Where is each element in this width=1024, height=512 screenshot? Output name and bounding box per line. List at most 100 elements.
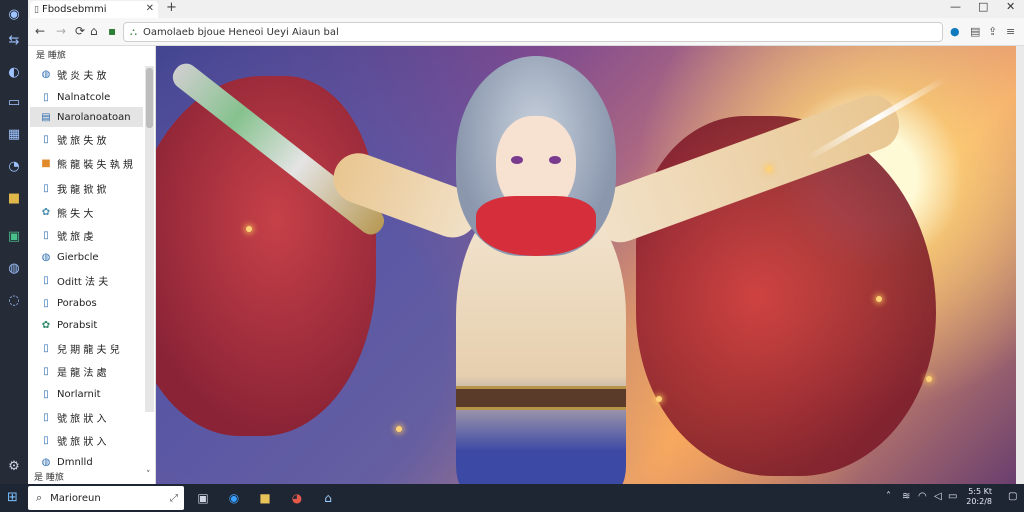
taskbar: ⊞ ⌕ Marioreun ⤢ ▣ ◉ ■ ◕ ⌂ ˄ ≋ ◠ ◁ ▭ 5:5 … [0, 484, 1024, 512]
sidebar-scrollbar[interactable] [145, 66, 154, 412]
task-view-icon[interactable]: ▣ [195, 490, 211, 506]
close-tab-icon[interactable]: ✕ [146, 3, 154, 14]
settings-icon: ✿ [41, 206, 51, 218]
address-text: Oamolaeb bjoue Heneoi Ueyi Aiaun bal [143, 26, 339, 38]
sidebar-item[interactable]: ▯ 號 旅 狀 入 [30, 430, 143, 450]
notification-icon[interactable]: ▢ [1008, 491, 1017, 502]
folder-icon[interactable]: ■ [4, 188, 24, 208]
page-scrollbar[interactable] [1016, 46, 1024, 484]
document-icon: ▯ [43, 434, 49, 446]
taskbar-clock[interactable]: 5:5 Kt 20:2/8 [966, 487, 992, 507]
scarf [476, 196, 596, 256]
document-icon: ▯ [43, 182, 49, 194]
sidebar-item[interactable]: ✿ 熊 失 大 [30, 202, 143, 222]
spark [766, 166, 772, 172]
page-icon: ▯ [34, 4, 39, 15]
battery-icon[interactable]: ▭ [948, 491, 957, 502]
expand-icon: ⤢ [170, 492, 178, 504]
sidebar-item[interactable]: ✿ Porabsit [30, 315, 143, 335]
extensions-icon[interactable]: ▤ [970, 25, 980, 38]
profile-icon[interactable]: ● [950, 25, 960, 38]
search-text: Marioreun [50, 492, 101, 504]
document-icon: ▯ [43, 411, 49, 423]
minimize-icon[interactable]: — [950, 0, 961, 13]
document-icon: ▯ [43, 274, 49, 286]
lock-icon: ⛬ [130, 26, 137, 38]
edge-icon[interactable]: ◉ [4, 4, 24, 24]
clock-date: 20:2/8 [966, 497, 992, 506]
document-icon: ▯ [43, 133, 49, 145]
back-arrow-icon[interactable]: ← [35, 24, 45, 38]
new-tab-button[interactable]: + [166, 0, 177, 15]
sidebar-item[interactable]: ▯ 是 龍 法 處 [30, 361, 143, 381]
sidebar-item[interactable]: ▯ Nalnatcole [30, 87, 143, 107]
sidebar-item[interactable]: ▯ 號 旅 狀 入 [30, 407, 143, 427]
sidebar-item[interactable]: ◍ 號 炎 夫 放 [30, 64, 143, 84]
sidebar-item[interactable]: ▯ 號 旅 虔 [30, 225, 143, 245]
file-explorer-icon[interactable]: ■ [257, 490, 273, 506]
sidebar-header: 是 睡旅 [36, 51, 66, 61]
chevron-up-icon[interactable]: ˄ [886, 491, 891, 502]
globe-icon: ◍ [41, 456, 51, 468]
sidebar-item[interactable]: ◍ Dmnlld [30, 452, 143, 472]
sidebar-item[interactable]: ▤ Narolanoatoan [30, 107, 143, 127]
briefcase-icon[interactable]: ▭ [4, 92, 24, 112]
globe-icon[interactable]: ◍ [4, 258, 24, 278]
terminal-icon[interactable]: ▣ [4, 226, 24, 246]
settings-icon: ✿ [41, 319, 51, 331]
folder-icon: ■ [41, 157, 51, 169]
chart-icon[interactable]: ◔ [4, 156, 24, 176]
wifi-icon[interactable]: ◠ [918, 491, 927, 502]
address-bar[interactable]: ⛬ Oamolaeb bjoue Heneoi Ueyi Aiaun bal [123, 22, 943, 42]
spark [926, 376, 932, 382]
document-icon: ▤ [41, 111, 51, 123]
sidebar-item[interactable]: ▯ 兒 期 龍 夫 兒 [30, 338, 143, 358]
sidebar-item[interactable]: ▯ 號 旅 失 放 [30, 129, 143, 149]
sidebar-item[interactable]: ▯ 我 龍 掀 掀 [30, 178, 143, 198]
document-icon: ▯ [43, 297, 49, 309]
sidebar-item[interactable]: ▯ Oditt 法 夫 [30, 270, 143, 290]
refresh-icon[interactable]: ⟳ [75, 24, 85, 38]
tab-title: Fbodsebmmi [41, 4, 107, 15]
home-icon[interactable]: ⌂ [90, 24, 98, 38]
menu-icon[interactable]: ≡ [1006, 25, 1015, 38]
share-icon[interactable]: ⇆ [4, 30, 24, 50]
sidebar-item[interactable]: ◍ Gierbcle [30, 247, 143, 267]
document-icon: ▯ [43, 91, 49, 103]
document-icon: ▯ [43, 388, 49, 400]
document-icon: ▯ [43, 365, 49, 377]
desktop: ◉ ⇆ ◐ ▭ ▦ ◔ ■ ▣ ◍ ◌ ⚙ ▯ Fbodsebmmi ✕ + —… [0, 0, 1024, 512]
calculator-icon[interactable]: ▦ [4, 124, 24, 144]
share-icon[interactable]: ⇪ [988, 25, 997, 38]
chevron-down-icon[interactable]: ˅ [146, 470, 151, 480]
scrollbar-thumb[interactable] [146, 68, 153, 128]
volume-icon[interactable]: ◁ [934, 491, 942, 502]
gear-icon[interactable]: ⚙ [4, 456, 24, 476]
forward-arrow-icon[interactable]: → [56, 24, 66, 38]
edge-icon[interactable]: ◉ [226, 490, 242, 506]
store-icon[interactable]: ⌂ [320, 490, 336, 506]
chrome-icon[interactable]: ◕ [289, 490, 305, 506]
spark [656, 396, 662, 402]
close-window-icon[interactable]: ✕ [1006, 0, 1015, 13]
browser-tab[interactable]: ▯ Fbodsebmmi ✕ [30, 1, 158, 18]
title-bar: ▯ Fbodsebmmi ✕ + — □ ✕ [28, 0, 1024, 18]
taskbar-search-box[interactable]: ⌕ Marioreun ⤢ [28, 486, 184, 510]
document-icon: ▯ [43, 342, 49, 354]
speedometer-icon[interactable]: ◌ [4, 290, 24, 310]
belt [456, 386, 626, 410]
sidebar-item[interactable]: ■ 熊 龍 裝 失 執 規 [30, 153, 143, 173]
app-icon[interactable]: ◐ [4, 62, 24, 82]
spark [246, 226, 252, 232]
left-eye [511, 156, 523, 164]
globe-icon: ◍ [41, 68, 51, 80]
sidebar: 是 睡旅 ◍ 號 炎 夫 放 ▯ Nalnatcole ▤ Narolanoatoan… [28, 46, 156, 484]
shield-icon[interactable]: ▪ [108, 24, 116, 38]
maximize-icon[interactable]: □ [978, 0, 988, 13]
document-icon: ▯ [43, 229, 49, 241]
network-icon[interactable]: ≋ [902, 491, 910, 502]
clock-time: 5:5 Kt [968, 487, 992, 496]
sidebar-item[interactable]: ▯ Porabos [30, 293, 143, 313]
windows-start-icon[interactable]: ⊞ [7, 490, 18, 505]
sidebar-item[interactable]: ▯ Norlarnit [30, 384, 143, 404]
